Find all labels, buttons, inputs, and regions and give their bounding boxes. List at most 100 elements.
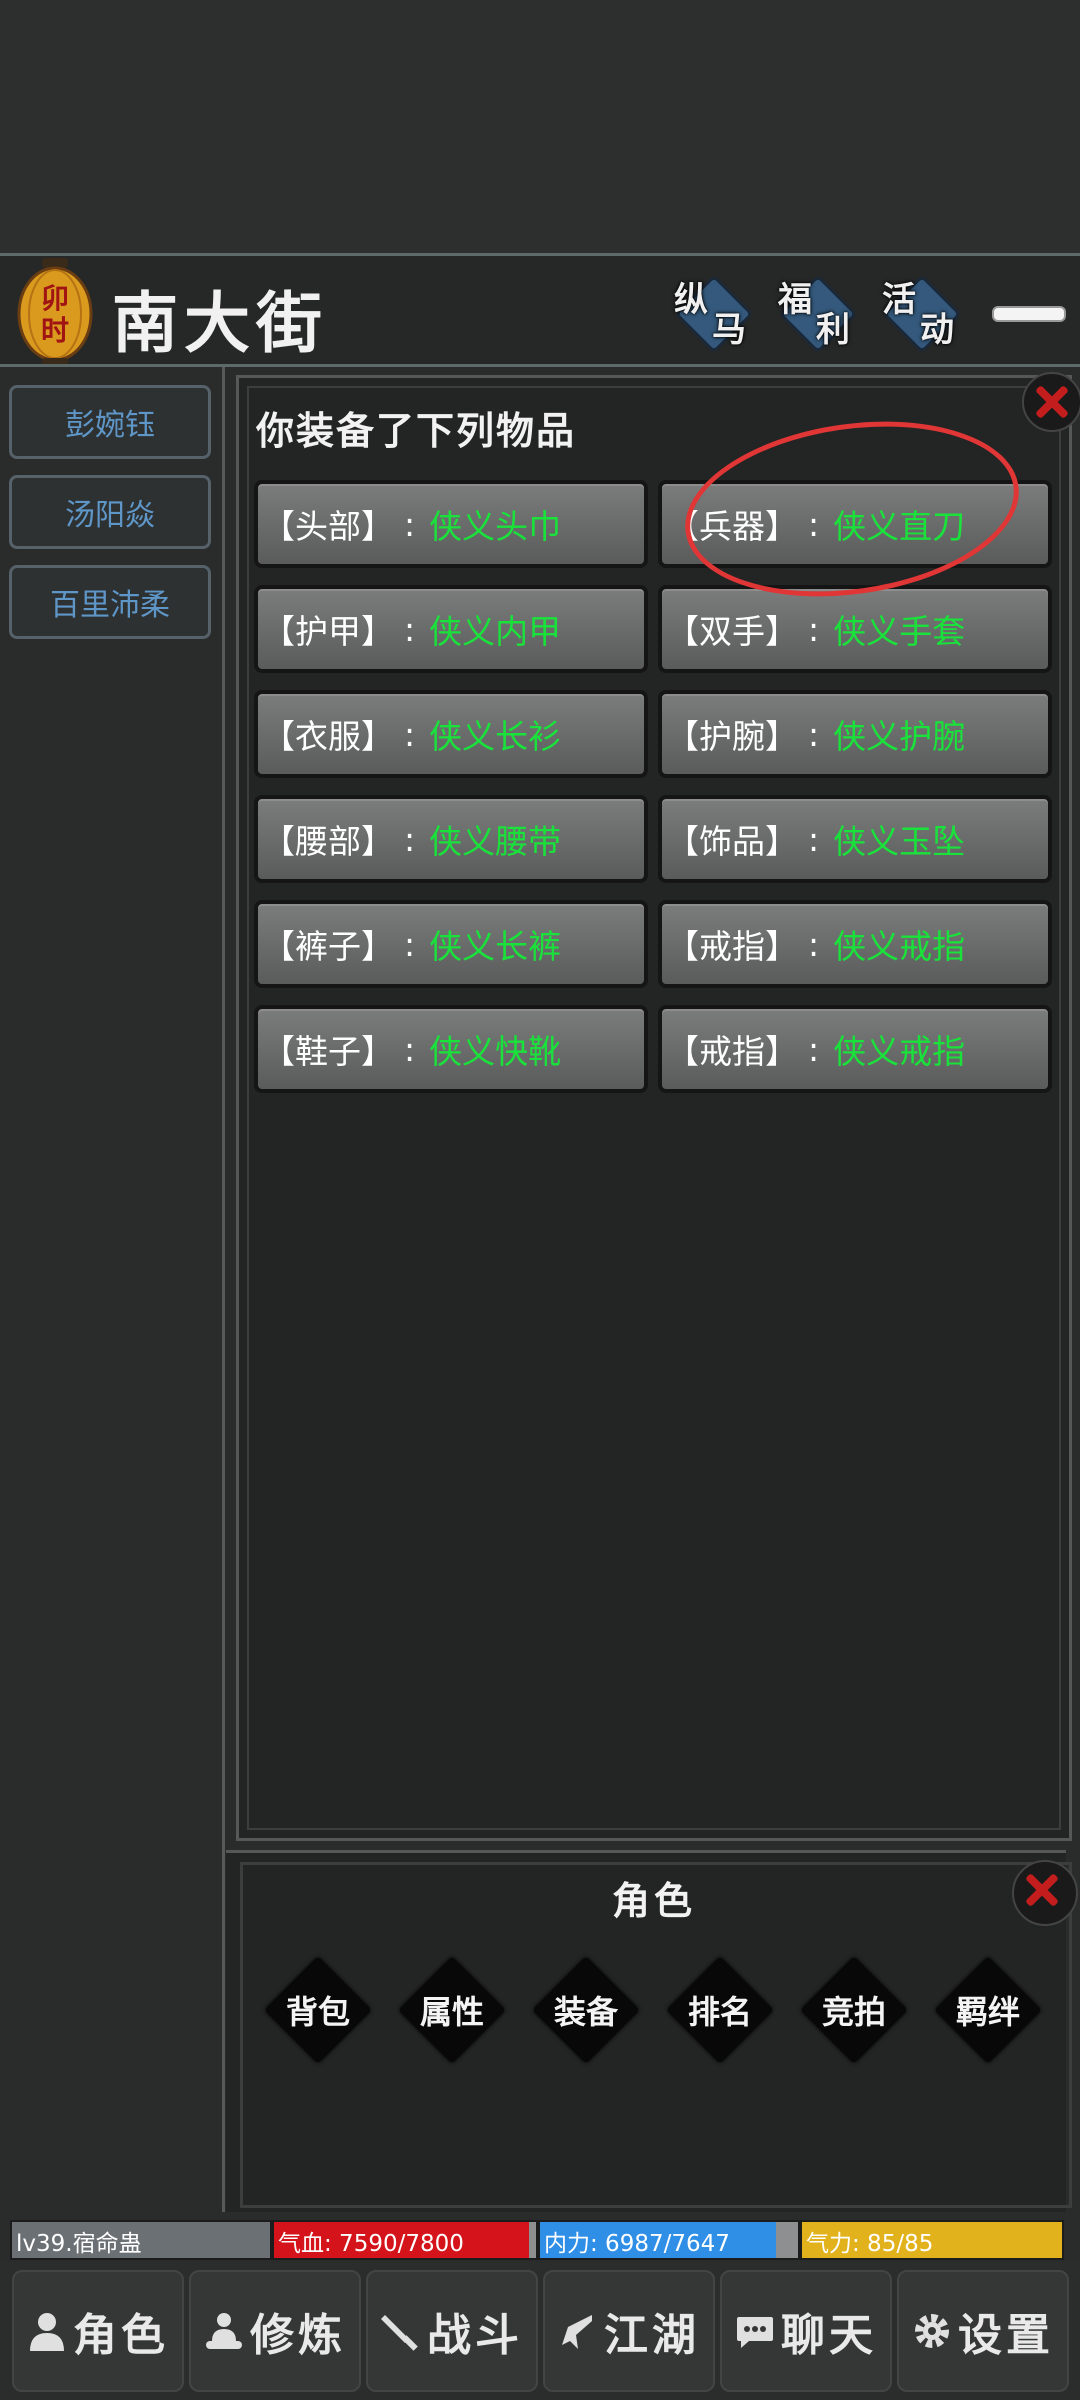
slot-label: 【戒指】 (666, 927, 798, 966)
slot-item: 侠义快靴 (429, 1032, 562, 1071)
nav-chat-button[interactable]: 聊天 (720, 2270, 892, 2392)
player-item[interactable]: 百里沛柔 (9, 565, 211, 639)
minimize-button[interactable] (992, 306, 1066, 322)
level-text: lv39.宿命蛊 (16, 2231, 142, 2257)
equip-slot[interactable]: 【护腕】: 侠义护腕 (658, 690, 1052, 778)
meditate-icon (204, 2311, 244, 2351)
slot-label: 【鞋子】 (262, 1032, 394, 1071)
role-auction-button[interactable]: 竞拍 (794, 1950, 914, 2070)
time-badge-line1: 卯 (41, 282, 69, 315)
slot-separator: : (808, 819, 820, 859)
equip-slot[interactable]: 【护甲】: 侠义内甲 (254, 585, 648, 673)
slot-label: 【戒指】 (666, 1032, 798, 1071)
nav-label: 修炼 (250, 2310, 346, 2361)
slot-item: 侠义玉坠 (833, 822, 966, 861)
equip-slot[interactable]: 【衣服】: 侠义长衫 (254, 690, 648, 778)
slot-label: 【护甲】 (262, 612, 394, 651)
mp-bar: 内力: 6987/7647 (538, 2220, 800, 2260)
role-attributes-button[interactable]: 属性 (392, 1950, 512, 2070)
equip-slot[interactable]: 【双手】: 侠义手套 (658, 585, 1052, 673)
ride-horse-button[interactable]: 纵 马 (668, 272, 758, 354)
activity-label-2: 动 (920, 310, 954, 350)
panel-title: 你装备了下列物品 (256, 408, 577, 453)
slot-separator: : (404, 714, 416, 754)
player-item[interactable]: 彭婉钰 (9, 385, 211, 459)
slot-separator: : (808, 609, 820, 649)
slot-item: 侠义长衫 (429, 717, 562, 756)
person-icon (27, 2311, 67, 2351)
role-ranking-button[interactable]: 排名 (660, 1950, 780, 2070)
nav-label: 聊天 (781, 2310, 877, 2361)
level-bar: lv39.宿命蛊 (10, 2220, 272, 2260)
slot-label: 【衣服】 (262, 717, 394, 756)
time-badge-line2: 时 (41, 314, 69, 347)
activity-button[interactable]: 活 动 (876, 272, 966, 354)
nav-role-button[interactable]: 角色 (12, 2270, 184, 2392)
nav-battle-button[interactable]: 战斗 (366, 2270, 538, 2392)
slot-label: 【裤子】 (262, 927, 394, 966)
equip-slot[interactable]: 【鞋子】: 侠义快靴 (254, 1005, 648, 1093)
slot-item: 侠义长裤 (429, 927, 562, 966)
slot-item: 侠义腰带 (429, 822, 562, 861)
ride-horse-label-1: 纵 (674, 280, 708, 320)
welfare-button[interactable]: 福 利 (772, 272, 862, 354)
equip-slot[interactable]: 【腰部】: 侠义腰带 (254, 795, 648, 883)
location-title: 南大街 (112, 284, 328, 362)
slot-separator: : (808, 714, 820, 754)
equip-slot[interactable]: 【裤子】: 侠义长裤 (254, 900, 648, 988)
equip-slot[interactable]: 【头部】: 侠义头巾 (254, 480, 648, 568)
slot-item: 侠义护腕 (833, 717, 966, 756)
slot-label: 【腰部】 (262, 822, 394, 861)
slot-label: 【饰品】 (666, 822, 798, 861)
slot-label: 【头部】 (262, 507, 394, 546)
slot-item: 侠义戒指 (833, 927, 966, 966)
slot-item: 侠义手套 (833, 612, 966, 651)
nav-label: 角色 (73, 2310, 169, 2361)
slot-item: 侠义戒指 (833, 1032, 966, 1071)
role-button-label: 排名 (687, 1993, 752, 2031)
role-bond-button[interactable]: 羁绊 (928, 1950, 1048, 2070)
role-button-label: 背包 (285, 1993, 350, 2031)
nav-settings-button[interactable]: 设置 (897, 2270, 1069, 2392)
slot-item: 侠义内甲 (429, 612, 562, 651)
close-equipment-icon[interactable] (1022, 372, 1080, 432)
ride-horse-label-2: 马 (712, 310, 746, 350)
role-button-label: 羁绊 (955, 1993, 1020, 2031)
activity-label-1: 活 (882, 280, 916, 320)
slot-item: 侠义头巾 (429, 507, 562, 546)
nav-label: 江湖 (604, 2310, 700, 2361)
slot-separator: : (404, 609, 416, 649)
slot-label: 【双手】 (666, 612, 798, 651)
role-backpack-button[interactable]: 背包 (258, 1950, 378, 2070)
role-button-label: 属性 (419, 1993, 484, 2031)
equip-slot[interactable]: 【饰品】: 侠义玉坠 (658, 795, 1052, 883)
equip-slot[interactable]: 【戒指】: 侠义戒指 (658, 900, 1052, 988)
equip-slot[interactable]: 【戒指】: 侠义戒指 (658, 1005, 1052, 1093)
slot-separator: : (808, 1029, 820, 1069)
nav-jianghu-button[interactable]: 江湖 (543, 2270, 715, 2392)
stamina-bar: 气力: 85/85 (800, 2220, 1064, 2260)
slot-separator: : (404, 504, 416, 544)
hp-text: 气血: 7590/7800 (278, 2231, 464, 2257)
nav-label: 战斗 (427, 2310, 523, 2361)
nav-cultivate-button[interactable]: 修炼 (189, 2270, 361, 2392)
welfare-label-1: 福 (778, 280, 812, 320)
status-bar-area (0, 0, 1080, 253)
chat-icon (735, 2311, 775, 2351)
stamina-text: 气力: 85/85 (806, 2231, 934, 2257)
sword-icon (381, 2311, 421, 2351)
mp-text: 内力: 6987/7647 (544, 2231, 730, 2257)
role-equipment-button[interactable]: 装备 (526, 1950, 646, 2070)
slot-separator: : (404, 924, 416, 964)
player-list-sidebar (0, 367, 225, 2212)
role-panel-title: 角色 (612, 1878, 697, 1923)
close-role-icon[interactable] (1012, 1860, 1078, 1926)
role-button-label: 装备 (553, 1993, 618, 2031)
slot-label: 【护腕】 (666, 717, 798, 756)
hp-bar: 气血: 7590/7800 (272, 2220, 538, 2260)
welfare-label-2: 利 (816, 310, 850, 350)
role-button-label: 竞拍 (821, 1993, 886, 2031)
player-item[interactable]: 汤阳焱 (9, 475, 211, 549)
gear-icon (912, 2311, 952, 2351)
boot-icon (558, 2311, 598, 2351)
